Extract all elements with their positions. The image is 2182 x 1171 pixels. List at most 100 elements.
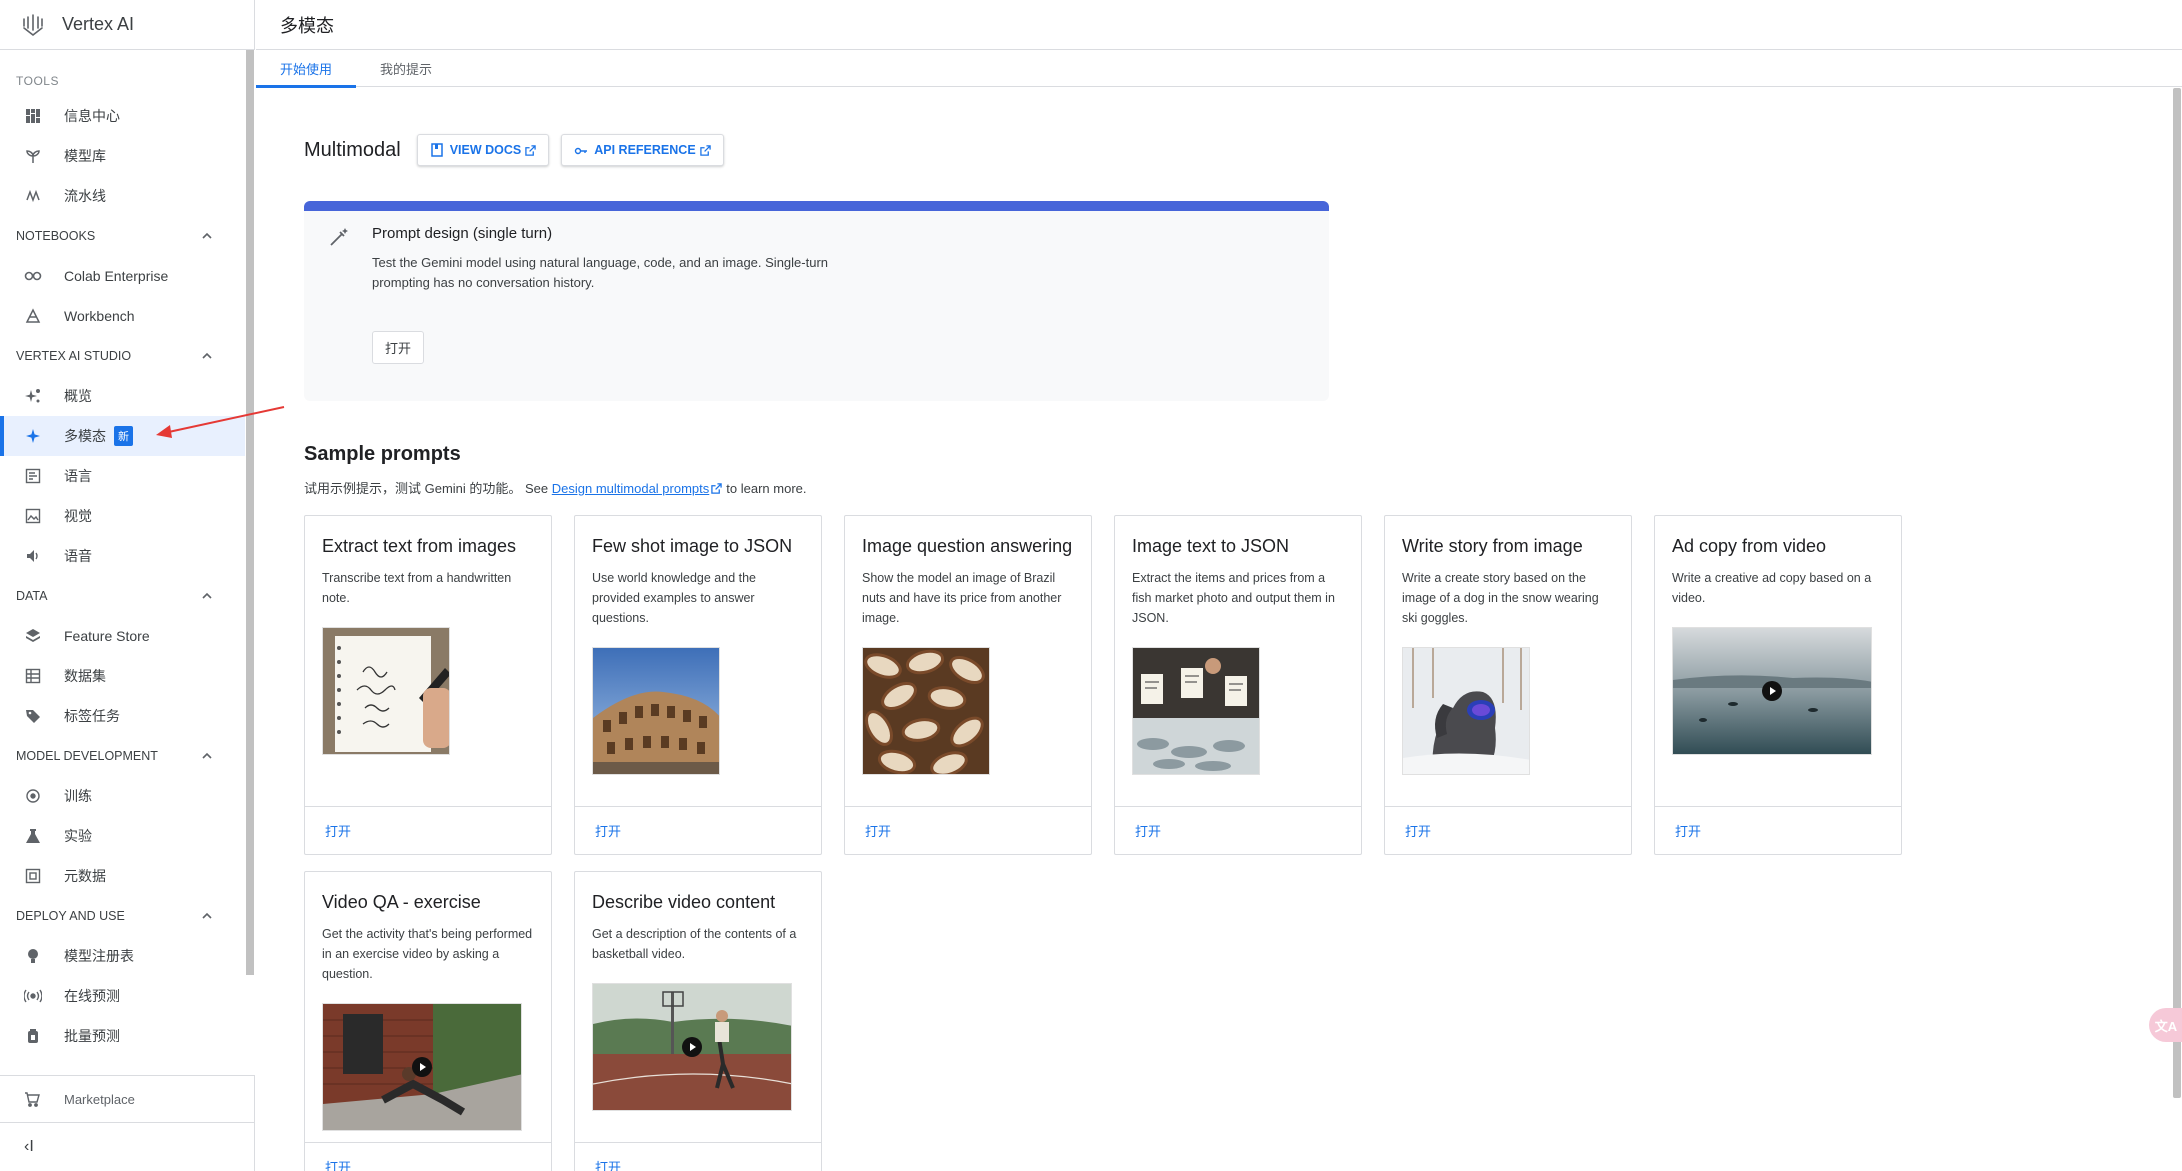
- sidebar-nav: TOOLS 信息中心 模型库 流水线 NOTEBOOKS Colab Enter…: [0, 50, 245, 1075]
- prompt-design-open-button[interactable]: 打开: [372, 331, 424, 364]
- sidebar-scrollbar[interactable]: [245, 50, 255, 1075]
- view-docs-button[interactable]: VIEW DOCS: [416, 134, 550, 166]
- fish-market-image: [1132, 647, 1260, 775]
- basketball-video-thumbnail[interactable]: [592, 983, 792, 1111]
- sample-prompts-title: Sample prompts: [304, 443, 461, 465]
- tab-my-prompts[interactable]: 我的提示: [356, 50, 456, 87]
- play-icon[interactable]: [412, 1057, 432, 1077]
- dashboard-icon: [24, 107, 42, 125]
- sparkle-icon: [24, 427, 42, 445]
- sidebar-item-model-garden[interactable]: 模型库: [0, 136, 245, 176]
- chevron-up-icon: [202, 592, 212, 599]
- sidebar-item-label: 多模态: [64, 428, 106, 444]
- sample-card-extract-text[interactable]: Extract text from images Transcribe text…: [304, 515, 552, 855]
- sidebar-item-model-registry[interactable]: 模型注册表: [0, 936, 245, 976]
- sidebar-item-metadata[interactable]: 元数据: [0, 856, 245, 896]
- sample-card-describe-video[interactable]: Describe video content Get a description…: [574, 871, 822, 1171]
- metadata-icon: [24, 867, 42, 885]
- card-description: Write a creative ad copy based on a vide…: [1672, 571, 1872, 605]
- view-docs-label: VIEW DOCS: [449, 143, 522, 157]
- label-icon: [24, 707, 42, 725]
- section-header-data[interactable]: DATA: [0, 576, 245, 616]
- lake-video-thumbnail[interactable]: [1672, 627, 1872, 755]
- new-badge: 新: [114, 426, 133, 446]
- sidebar-item-marketplace[interactable]: Marketplace: [0, 1076, 254, 1123]
- card-title: Image question answering: [862, 536, 1073, 556]
- sidebar-item-overview[interactable]: 概览: [0, 376, 245, 416]
- card-open-button[interactable]: 打开: [845, 806, 1091, 854]
- sample-card-few-shot-image-json[interactable]: Few shot image to JSON Use world knowled…: [574, 515, 822, 855]
- model-registry-icon: [24, 947, 42, 965]
- card-description: Transcribe text from a handwritten note.: [322, 571, 512, 605]
- section-header-model-development[interactable]: MODEL DEVELOPMENT: [0, 736, 245, 776]
- card-open-button[interactable]: 打开: [305, 1142, 551, 1171]
- play-icon[interactable]: [1762, 681, 1782, 701]
- chevron-up-icon: [202, 912, 212, 919]
- sidebar-item-online-prediction[interactable]: 在线预测: [0, 976, 245, 1016]
- page-header: 多模态: [256, 0, 2182, 50]
- sidebar-scrollbar-thumb[interactable]: [246, 50, 254, 975]
- card-title: Write story from image: [1402, 536, 1583, 556]
- sample-card-video-qa-exercise[interactable]: Video QA - exercise Get the activity tha…: [304, 871, 552, 1171]
- sidebar-item-workbench[interactable]: Workbench: [0, 296, 245, 336]
- sidebar-item-multimodal[interactable]: 多模态 新: [0, 416, 245, 456]
- card-description: Get a description of the contents of a b…: [592, 927, 797, 961]
- section-header-vertex-ai-studio[interactable]: VERTEX AI STUDIO: [0, 336, 245, 376]
- sidebar-item-experiments[interactable]: 实验: [0, 816, 245, 856]
- sidebar-item-label: 概览: [64, 388, 92, 404]
- card-open-button[interactable]: 打开: [1655, 806, 1901, 854]
- api-reference-button[interactable]: API REFERENCE: [561, 134, 724, 166]
- main-scrollbar-thumb[interactable]: [2173, 88, 2181, 1098]
- sidebar-item-speech[interactable]: 语音: [0, 536, 245, 576]
- sidebar-item-language[interactable]: 语言: [0, 456, 245, 496]
- card-open-button[interactable]: 打开: [575, 806, 821, 854]
- sidebar-item-label: 流水线: [64, 188, 106, 204]
- card-description: Show the model an image of Brazil nuts a…: [862, 571, 1062, 625]
- section-header-deploy-and-use[interactable]: DEPLOY AND USE: [0, 896, 245, 936]
- sidebar-item-vision[interactable]: 视觉: [0, 496, 245, 536]
- sidebar-item-training[interactable]: 训练: [0, 776, 245, 816]
- section-title: NOTEBOOKS: [16, 229, 96, 243]
- design-multimodal-prompts-link[interactable]: Design multimodal prompts: [552, 481, 710, 496]
- sidebar-item-colab-enterprise[interactable]: Colab Enterprise: [0, 256, 245, 296]
- card-title: Extract text from images: [322, 536, 517, 556]
- sidebar-item-label: Workbench: [64, 308, 135, 324]
- feature-store-icon: [24, 627, 42, 645]
- card-open-button[interactable]: 打开: [305, 806, 551, 854]
- sample-card-write-story[interactable]: Write story from image Write a create st…: [1384, 515, 1632, 855]
- sidebar-item-batch-prediction[interactable]: 批量预测: [0, 1016, 245, 1056]
- online-prediction-icon: [24, 987, 42, 1005]
- brand[interactable]: Vertex AI: [0, 0, 254, 50]
- speech-icon: [24, 547, 42, 565]
- section-title: DATA: [16, 589, 48, 603]
- play-icon[interactable]: [682, 1037, 702, 1057]
- api-reference-label: API REFERENCE: [594, 143, 696, 157]
- vision-icon: [24, 507, 42, 525]
- sidebar-item-label: 模型注册表: [64, 948, 134, 964]
- exercise-video-thumbnail[interactable]: [322, 1003, 522, 1131]
- section-header-notebooks[interactable]: NOTEBOOKS: [0, 216, 245, 256]
- vertex-ai-logo-icon: [23, 13, 43, 36]
- sample-card-ad-copy-video[interactable]: Ad copy from video Write a creative ad c…: [1654, 515, 1902, 855]
- tab-get-started[interactable]: 开始使用: [256, 50, 357, 88]
- colosseum-image: [592, 647, 720, 775]
- sidebar-item-label: 在线预测: [64, 988, 120, 1004]
- chevron-up-icon: [202, 752, 212, 759]
- product-name: Vertex AI: [62, 14, 135, 34]
- sidebar-item-pipelines[interactable]: 流水线: [0, 176, 245, 216]
- experiments-icon: [24, 827, 42, 845]
- key-icon: [575, 147, 588, 155]
- sidebar-item-feature-store[interactable]: Feature Store: [0, 616, 245, 656]
- collapse-sidebar-button[interactable]: ‹I: [0, 1123, 254, 1171]
- sample-card-image-text-json[interactable]: Image text to JSON Extract the items and…: [1114, 515, 1362, 855]
- card-open-button[interactable]: 打开: [1115, 806, 1361, 854]
- sidebar-item-labeling-tasks[interactable]: 标签任务: [0, 696, 245, 736]
- card-open-button[interactable]: 打开: [1385, 806, 1631, 854]
- section-title: DEPLOY AND USE: [16, 909, 125, 923]
- subtitle-suffix: to learn more.: [726, 481, 807, 496]
- translate-icon[interactable]: 文A: [2149, 1008, 2182, 1042]
- sample-card-image-question-answering[interactable]: Image question answering Show the model …: [844, 515, 1092, 855]
- sidebar-item-datasets[interactable]: 数据集: [0, 656, 245, 696]
- card-open-button[interactable]: 打开: [575, 1142, 821, 1171]
- sidebar-item-dashboard[interactable]: 信息中心: [0, 96, 245, 136]
